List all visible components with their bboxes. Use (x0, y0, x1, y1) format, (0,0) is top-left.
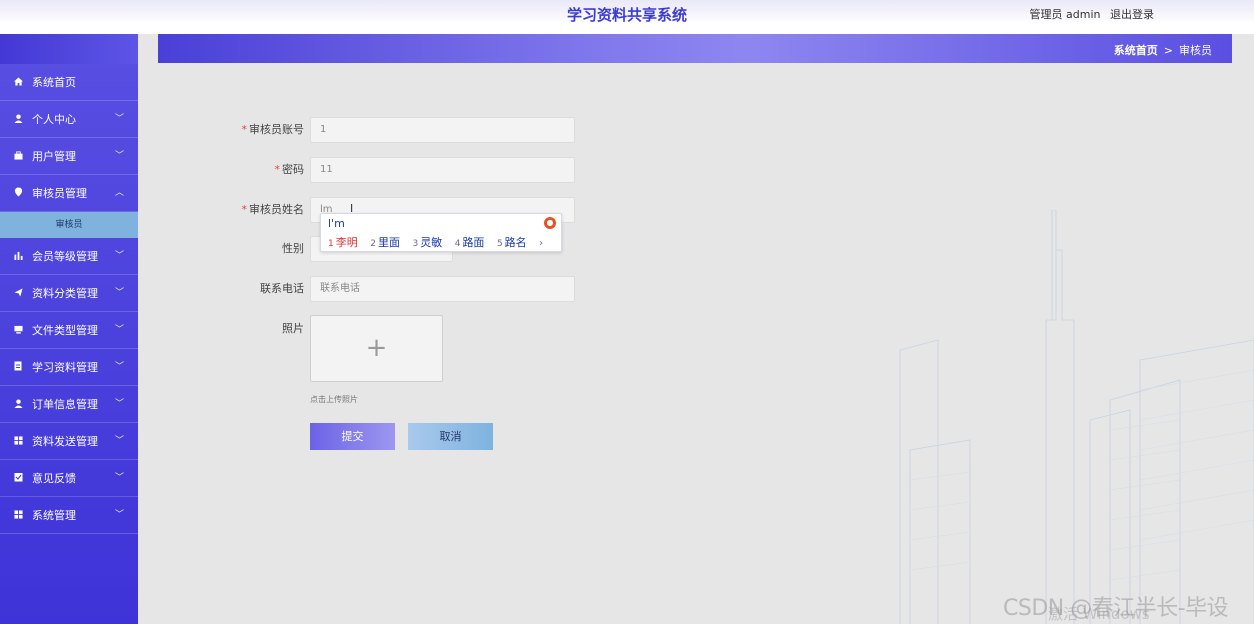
sidebar-item-file-type[interactable]: 文件类型管理 ﹀ (0, 312, 138, 349)
send-icon (14, 277, 28, 314)
ime-candidate[interactable]: 5 路名 (497, 236, 527, 249)
gender-label: 性别 (282, 242, 304, 255)
sidebar-item-feedback[interactable]: 意见反馈 ﹀ (0, 460, 138, 497)
sidebar-item-label: 会员等级管理 (32, 250, 98, 263)
ime-candidate[interactable]: 2 里面 (370, 236, 400, 249)
user-icon (14, 103, 28, 140)
grid-icon (14, 499, 28, 536)
sidebar-item-material-category[interactable]: 资料分类管理 ﹀ (0, 275, 138, 312)
chevron-down-icon: ﹀ (114, 510, 124, 520)
ime-composition: l'm (328, 217, 345, 230)
breadcrumb: 系统首页 > 审核员 (1114, 42, 1212, 58)
sidebar-item-label: 系统首页 (32, 76, 76, 89)
required-mark: * (241, 123, 248, 136)
sidebar-item-label: 学习资料管理 (32, 361, 98, 374)
ime-candidate[interactable]: 1 李明 (328, 236, 358, 249)
chevron-down-icon: ﹀ (114, 325, 124, 335)
user-icon (14, 388, 28, 425)
sidebar-item-label: 文件类型管理 (32, 324, 98, 337)
bar-chart-icon (14, 240, 28, 277)
user-label: 管理员 admin (1029, 8, 1101, 21)
sidebar-item-label: 订单信息管理 (32, 398, 98, 411)
logout-link[interactable]: 退出登录 (1110, 8, 1154, 21)
top-header: 学习资料共享系统 管理员 admin 退出登录 (0, 0, 1254, 34)
chevron-down-icon: ﹀ (114, 251, 124, 261)
monitor-icon (14, 314, 28, 351)
sidebar-item-label: 用户管理 (32, 150, 76, 163)
sidebar-top-band (0, 34, 138, 64)
sidebar-item-system-management[interactable]: 系统管理 ﹀ (0, 497, 138, 534)
submenu-item-reviewer[interactable]: 审核员 (0, 212, 138, 238)
cancel-button[interactable]: 取消 (408, 423, 493, 450)
grid-icon (14, 425, 28, 462)
briefcase-icon (14, 140, 28, 177)
csdn-watermark: CSDN @春江半长-毕设 (1003, 596, 1229, 621)
upload-hint: 点击上传照片 (310, 395, 358, 404)
sidebar-item-member-level[interactable]: 会员等级管理 ﹀ (0, 238, 138, 275)
chevron-down-icon: ﹀ (114, 436, 124, 446)
sidebar-item-material-sending[interactable]: 资料发送管理 ﹀ (0, 423, 138, 460)
breadcrumb-home-link[interactable]: 系统首页 (1114, 44, 1158, 57)
photo-label: 照片 (282, 322, 304, 335)
sidebar-item-label: 系统管理 (32, 509, 76, 522)
ime-candidate-popup: l'm ● 1 李明 2 里面 3 灵敏 4 路面 5 路名 › (320, 213, 562, 252)
breadcrumb-current: 审核员 (1179, 44, 1212, 57)
ime-candidate[interactable]: 4 路面 (455, 236, 485, 249)
ime-next-page-icon[interactable]: › (539, 238, 543, 249)
chevron-down-icon: ﹀ (114, 362, 124, 372)
ime-candidate[interactable]: 3 灵敏 (412, 236, 442, 249)
plus-icon: + (365, 333, 388, 363)
sidebar-item-home[interactable]: 系统首页 (0, 64, 138, 101)
phone-label: 联系电话 (260, 282, 304, 295)
breadcrumb-separator: > (1163, 44, 1173, 57)
sidebar-item-label: 个人中心 (32, 113, 76, 126)
password-label: * 密码 (274, 163, 305, 176)
sidebar-item-order-info[interactable]: 订单信息管理 ﹀ (0, 386, 138, 423)
ime-logo-icon: ● (544, 217, 556, 229)
ime-candidate-list: 1 李明 2 里面 3 灵敏 4 路面 5 路名 › (328, 234, 543, 250)
sidebar-item-study-material[interactable]: 学习资料管理 ﹀ (0, 349, 138, 386)
chevron-down-icon: ﹀ (114, 399, 124, 409)
chevron-down-icon: ﹀ (114, 151, 124, 161)
phone-field[interactable]: 联系电话 (310, 276, 575, 302)
photo-upload-box[interactable]: + (310, 315, 443, 382)
required-mark: * (274, 163, 281, 176)
document-icon (14, 351, 28, 388)
breadcrumb-band: 系统首页 > 审核员 (158, 34, 1232, 63)
account-field[interactable]: 1 (310, 117, 575, 143)
sidebar-item-label: 资料发送管理 (32, 435, 98, 448)
clipboard-check-icon (14, 462, 28, 499)
user-area: 管理员 admin 退出登录 (1030, 6, 1160, 22)
name-label: * 审核员姓名 (241, 203, 305, 216)
password-field[interactable]: 11 (310, 157, 575, 183)
chevron-down-icon: ﹀ (114, 473, 124, 483)
map-pin-icon (14, 177, 28, 214)
chevron-up-icon: ︿ (114, 188, 124, 198)
city-background-illustration (899, 210, 1254, 624)
required-mark: * (241, 203, 248, 216)
sidebar-item-label: 资料分类管理 (32, 287, 98, 300)
sidebar-item-reviewer-management[interactable]: 审核员管理 ︿ (0, 175, 138, 212)
sidebar-item-label: 意见反馈 (32, 472, 76, 485)
sidebar-item-label: 审核员管理 (32, 187, 87, 200)
sidebar-item-user-management[interactable]: 用户管理 ﹀ (0, 138, 138, 175)
sidebar: 系统首页 个人中心 ﹀ 用户管理 ﹀ 审核员管理 ︿ 审核员 会员等级管理 ﹀ … (0, 34, 138, 624)
sidebar-item-personal-center[interactable]: 个人中心 ﹀ (0, 101, 138, 138)
chevron-down-icon: ﹀ (114, 114, 124, 124)
chevron-down-icon: ﹀ (114, 288, 124, 298)
submit-button[interactable]: 提交 (310, 423, 395, 450)
account-label: * 审核员账号 (241, 123, 305, 136)
home-icon (14, 66, 28, 103)
